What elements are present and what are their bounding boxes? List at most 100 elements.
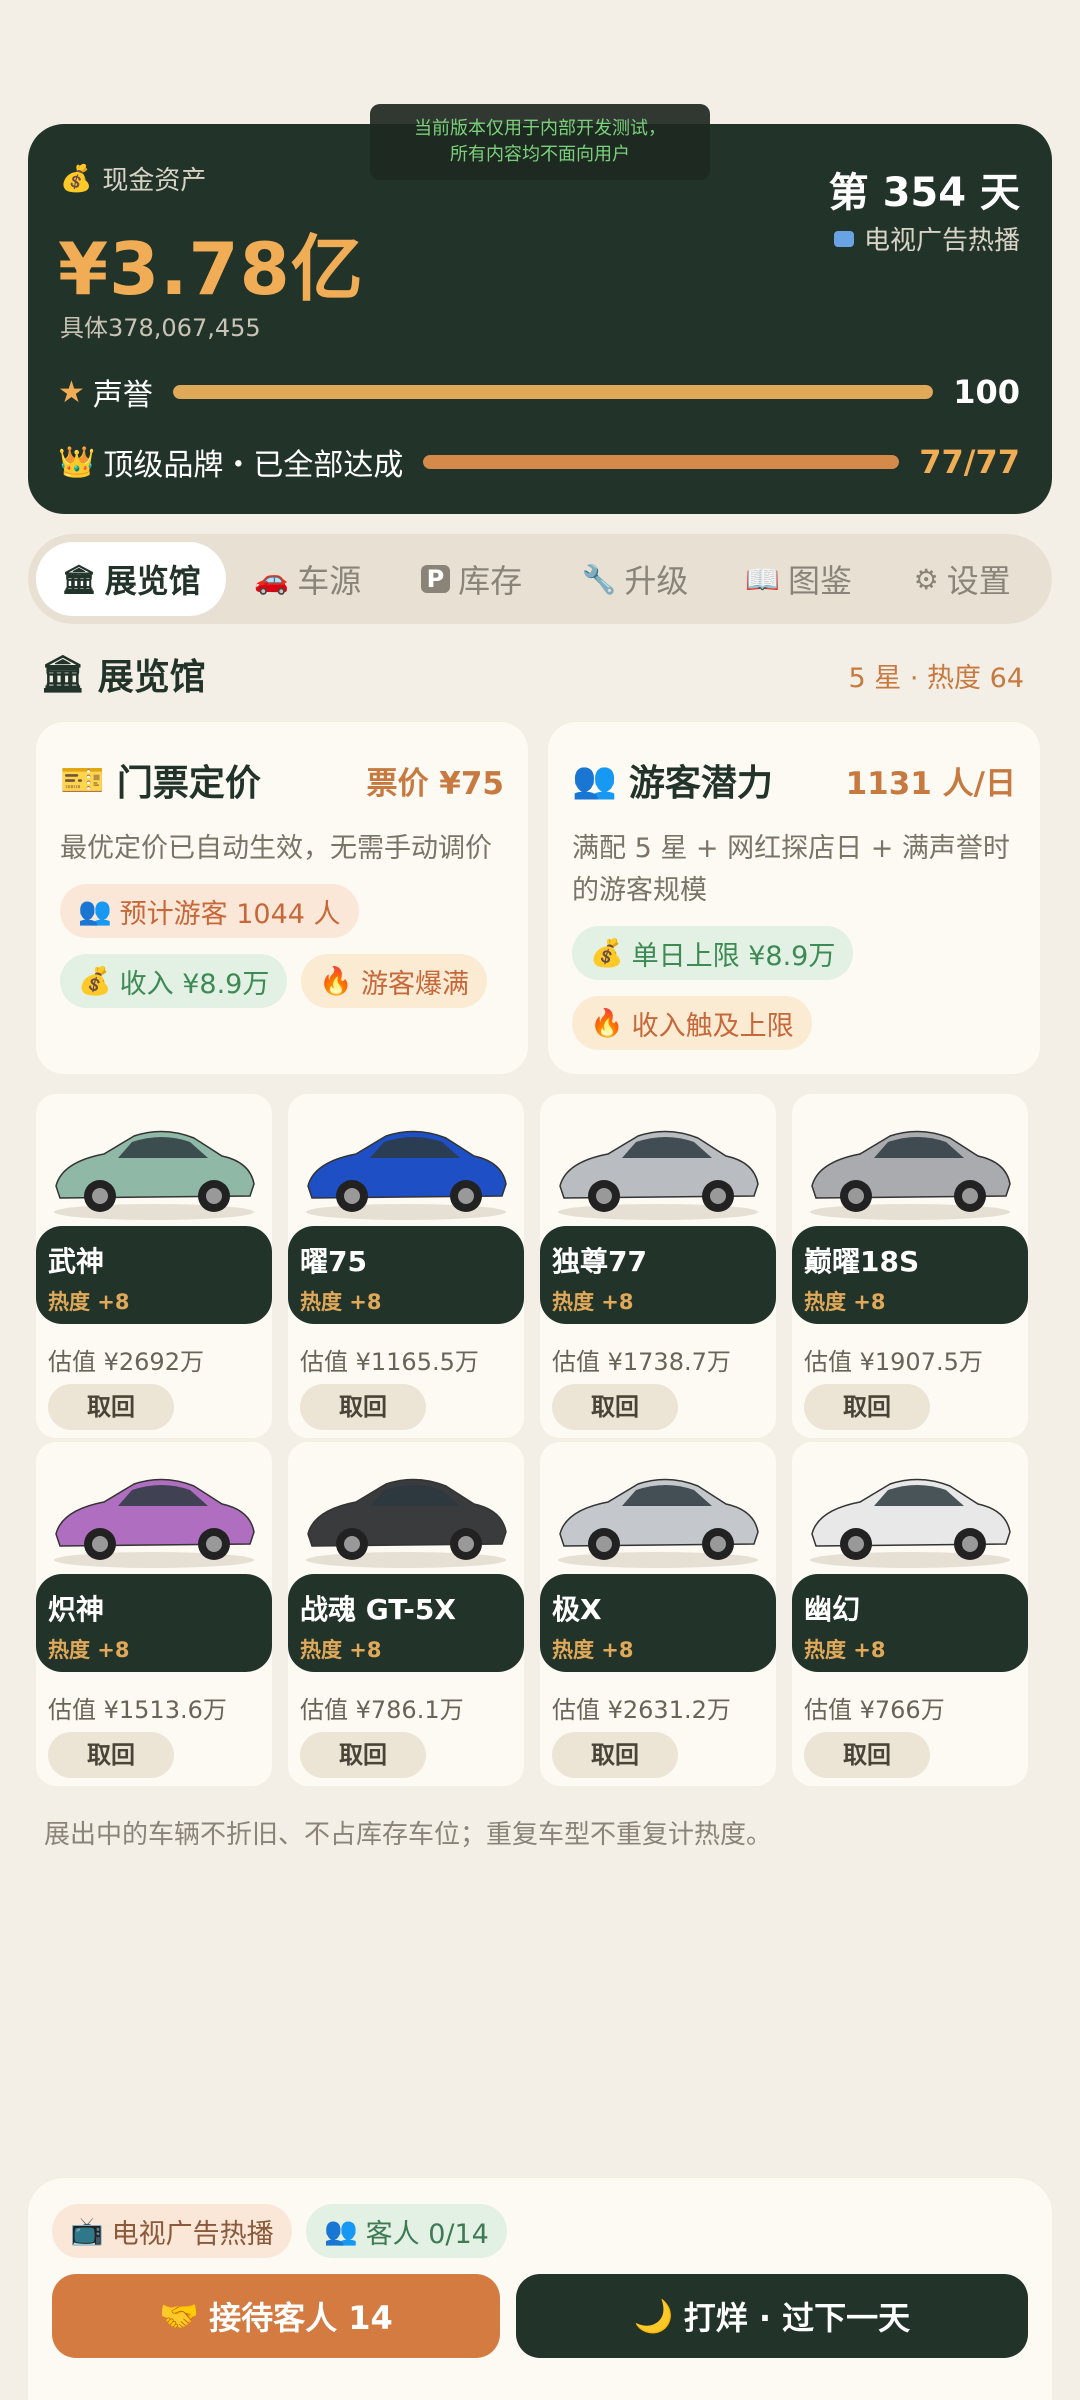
- car-name: 炽神: [48, 1593, 105, 1626]
- retrieve-button[interactable]: 取回: [804, 1732, 930, 1778]
- serve-guests-button[interactable]: 🤝 接待客人 14: [52, 2274, 500, 2358]
- ticket-icon: 🎫: [60, 760, 105, 801]
- gear-icon: ⚙: [913, 562, 939, 596]
- stats-card: 💰 现金资产 ¥3.78亿 具体378,067,455 第 354 天 电视广告…: [28, 124, 1052, 514]
- car-card: 独尊77 热度 +8 估值 ¥1738.7万 取回: [540, 1094, 776, 1438]
- visitor-potential-card: 👥 游客潜力 1131 人/日 满配 5 星 + 网红探店日 + 满声誉时的游客…: [548, 722, 1040, 1074]
- car-name: 幽幻: [804, 1593, 861, 1626]
- car-valuation: 估值 ¥786.1万: [300, 1696, 464, 1724]
- car-valuation: 估值 ¥1165.5万: [300, 1348, 479, 1376]
- cash-label: 现金资产: [102, 166, 207, 196]
- car-image: [810, 1130, 1011, 1220]
- car-name: 巅曜18S: [804, 1245, 920, 1278]
- retrieve-button[interactable]: 取回: [552, 1384, 678, 1430]
- car-card: 曜75 热度 +8 估值 ¥1165.5万取回: [288, 1094, 524, 1438]
- retrieve-button[interactable]: 取回: [300, 1732, 426, 1778]
- car-card: 炽神热度 +8 估值 ¥1513.6万取回: [36, 1442, 272, 1786]
- toast-line-1: 当前版本仅用于内部开发测试，: [414, 118, 666, 139]
- tab-label: 图鉴: [788, 562, 853, 600]
- car-image: [558, 1478, 759, 1568]
- tab-upgrade[interactable]: 🔧 升级: [553, 542, 717, 616]
- star-icon: ★: [58, 374, 85, 410]
- ad-status-chip: 📺 电视广告热播: [52, 2204, 292, 2258]
- car-label-box: 曜75 热度 +8: [288, 1226, 524, 1324]
- car-label-box: 炽神热度 +8: [36, 1574, 272, 1672]
- cash-detail: 具体378,067,455: [60, 314, 261, 342]
- close-day-button[interactable]: 🌙 打烊 · 过下一天: [516, 2274, 1028, 2358]
- retrieve-button[interactable]: 取回: [552, 1732, 678, 1778]
- visitor-title: 游客潜力: [628, 763, 773, 804]
- car-card: 战魂 GT-5X 热度 +8 估值 ¥786.1万 取回: [288, 1442, 524, 1786]
- tv-icon: [833, 230, 854, 247]
- dev-notice-toast: 当前版本仅用于内部开发测试， 所有内容均不面向用户: [370, 104, 710, 180]
- ticket-title: 门票定价: [116, 763, 261, 804]
- reputation-bar: [172, 385, 934, 399]
- full-capacity-chip: 🔥 游客爆满: [301, 954, 487, 1008]
- car-card: 武神热度 +8 估值 ¥2692万取回: [36, 1094, 272, 1438]
- car-valuation: 估值 ¥1907.5万: [804, 1348, 983, 1376]
- tab-car-source[interactable]: 🚗 车源: [226, 542, 390, 616]
- wrench-icon: 🔧: [581, 562, 617, 596]
- car-heat: 热度 +8: [48, 1290, 130, 1314]
- museum-icon: 🏛: [40, 654, 86, 695]
- car-name: 武神: [48, 1245, 105, 1278]
- car-image: [54, 1130, 255, 1220]
- footnote: 展出中的车辆不折旧、不占库存车位；重复车型不重复计热度。: [44, 1820, 773, 1850]
- car-image: [810, 1478, 1011, 1568]
- tab-label: 库存: [458, 562, 523, 600]
- brand-label: 顶级品牌・已全部达成: [103, 448, 404, 483]
- retrieve-button[interactable]: 取回: [804, 1384, 930, 1430]
- visitor-desc: 满配 5 星 + 网红探店日 + 满声誉时的游客规模: [572, 833, 1010, 906]
- tab-label: 设置: [946, 562, 1011, 600]
- museum-icon: 🏛: [61, 562, 97, 596]
- tab-label: 车源: [297, 562, 362, 600]
- ticket-pricing-card: 🎫 门票定价 票价 ¥75 最优定价已自动生效，无需手动调价 👥 预计游客 10…: [36, 722, 528, 1074]
- car-valuation: 估值 ¥2631.2万: [552, 1696, 731, 1724]
- people-icon: 👥: [78, 896, 112, 927]
- car-label-box: 幽幻热度 +8: [792, 1574, 1028, 1672]
- car-heat: 热度 +8: [804, 1638, 886, 1662]
- tab-label: 展览馆: [104, 562, 201, 600]
- ticket-price: 票价 ¥75: [366, 765, 504, 802]
- car-valuation: 估值 ¥1513.6万: [48, 1696, 227, 1724]
- income-chip: 💰 收入 ¥8.9万: [60, 954, 288, 1008]
- bottom-panel: 📺 电视广告热播 👥 客人 0/14 🤝 接待客人 14 🌙 打烊 · 过下一天: [28, 2178, 1052, 2400]
- fire-icon: 🔥: [319, 966, 353, 997]
- expected-visitors-chip: 👥 预计游客 1044 人: [60, 884, 359, 938]
- tab-bar: 🏛 展览馆 🚗 车源 P 库存 🔧 升级 📖 图鉴 ⚙ 设置: [28, 534, 1052, 624]
- tv-icon: 📺: [70, 2216, 104, 2247]
- car-heat: 热度 +8: [552, 1290, 634, 1314]
- toast-line-2: 所有内容均不面向用户: [450, 144, 630, 165]
- car-image: [54, 1478, 255, 1568]
- car-card: 幽幻热度 +8 估值 ¥766万取回: [792, 1442, 1028, 1786]
- retrieve-button[interactable]: 取回: [300, 1384, 426, 1430]
- crown-icon: 👑: [58, 444, 96, 480]
- car-image: [558, 1130, 759, 1220]
- section-meta: 5 星 · 热度 64: [848, 663, 1024, 694]
- cash-value: ¥3.78亿: [58, 227, 364, 311]
- tab-inventory[interactable]: P 库存: [390, 542, 554, 616]
- people-icon: 👥: [572, 760, 617, 801]
- tab-exhibition[interactable]: 🏛 展览馆: [36, 542, 226, 616]
- retrieve-button[interactable]: 取回: [48, 1732, 174, 1778]
- retrieve-button[interactable]: 取回: [48, 1384, 174, 1430]
- car-valuation: 估值 ¥766万: [804, 1696, 945, 1724]
- ad-status: 电视广告热播: [863, 226, 1020, 256]
- car-heat: 热度 +8: [48, 1638, 130, 1662]
- car-heat: 热度 +8: [552, 1638, 634, 1662]
- car-valuation: 估值 ¥2692万: [48, 1348, 204, 1376]
- ticket-desc: 最优定价已自动生效，无需手动调价: [60, 833, 492, 864]
- tab-settings[interactable]: ⚙ 设置: [880, 542, 1044, 616]
- car-image: [306, 1478, 507, 1568]
- section-header: 🏛 展览馆: [40, 648, 206, 700]
- day-counter: 第 354 天: [828, 170, 1020, 216]
- reputation-label: 声誉: [92, 378, 153, 413]
- visitor-count: 1131 人/日: [845, 765, 1016, 802]
- money-bag-icon: 💰: [590, 938, 624, 969]
- car-card: 巅曜18S 热度 +8 估值 ¥1907.5万 取回: [792, 1094, 1028, 1438]
- money-bag-icon: 💰: [60, 163, 93, 194]
- car-name: 极X: [552, 1593, 602, 1626]
- handshake-icon: 🤝: [159, 2297, 200, 2335]
- car-icon: 🚗: [254, 562, 290, 596]
- tab-catalog[interactable]: 📖 图鉴: [717, 542, 881, 616]
